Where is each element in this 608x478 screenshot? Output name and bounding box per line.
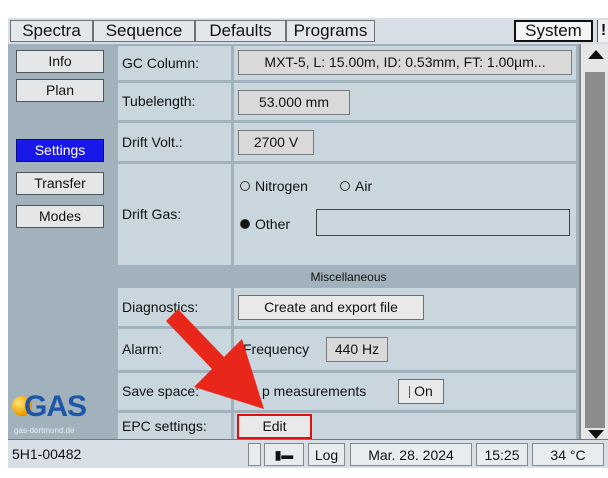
- radio-nitrogen-label: Nitrogen: [255, 178, 308, 194]
- create-export-button[interactable]: Create and export file: [238, 295, 424, 320]
- status-checkbox[interactable]: [248, 443, 261, 466]
- date-display: Mar. 28. 2024: [350, 443, 472, 466]
- drift-gas-label: Drift Gas:: [118, 164, 231, 265]
- radio-air-label: Air: [355, 178, 373, 194]
- sidebar-item-settings[interactable]: Settings: [16, 139, 104, 162]
- save-space-label: Save space:: [118, 373, 231, 410]
- gc-column-label: GC Column:: [118, 46, 231, 80]
- logo-url: gas-dortmund.de: [14, 426, 75, 435]
- sidebar-item-plan[interactable]: Plan: [16, 79, 104, 102]
- signal-icon[interactable]: ▮▬: [264, 443, 304, 466]
- tab-sequence[interactable]: Sequence: [93, 20, 195, 42]
- sidebar: Info Plan Settings Transfer Modes GAS ga…: [8, 44, 118, 439]
- gc-column-field[interactable]: MXT-5, L: 15.00m, ID: 0.53mm, FT: 1.00µm…: [238, 50, 572, 75]
- radio-other[interactable]: Other: [240, 216, 290, 232]
- temperature-display: 34 °C: [532, 443, 604, 466]
- diagnostics-cell: Create and export file: [234, 288, 576, 326]
- time-display: 15:25: [476, 443, 528, 466]
- radio-air[interactable]: Air: [340, 178, 372, 194]
- other-gas-input[interactable]: [316, 209, 570, 236]
- tab-spectra[interactable]: Spectra: [10, 20, 93, 42]
- save-space-toggle-label: On: [414, 383, 433, 399]
- scroll-track[interactable]: [585, 72, 605, 428]
- alarm-cell: Frequency 440 Hz: [234, 329, 576, 370]
- checkbox-icon: [409, 386, 411, 399]
- frequency-field[interactable]: 440 Hz: [326, 337, 388, 362]
- settings-panel: GC Column: MXT-5, L: 15.00m, ID: 0.53mm,…: [118, 44, 579, 439]
- sidebar-item-transfer[interactable]: Transfer: [16, 172, 104, 195]
- log-button[interactable]: Log: [308, 443, 345, 466]
- sidebar-item-info[interactable]: Info: [16, 50, 104, 73]
- drift-volt-cell: 2700 V: [234, 123, 576, 161]
- epc-settings-cell: Edit: [234, 413, 576, 439]
- device-id: 5H1-00482: [12, 446, 82, 462]
- scroll-down-icon[interactable]: [588, 430, 604, 439]
- drift-volt-label: Drift Volt.:: [118, 123, 231, 161]
- radio-unselected-icon: [240, 181, 250, 192]
- radio-other-label: Other: [255, 216, 291, 232]
- tab-defaults[interactable]: Defaults: [195, 20, 286, 42]
- epc-settings-label: EPC settings:: [118, 413, 231, 439]
- company-logo: GAS gas-dortmund.de: [10, 390, 118, 439]
- drift-gas-cell: Nitrogen Air Other: [234, 164, 576, 265]
- diagnostics-label: Diagnostics:: [118, 288, 231, 326]
- frequency-label: Frequency: [243, 341, 310, 357]
- tubelength-label: Tubelength:: [118, 83, 231, 120]
- tubelength-field[interactable]: 53.000 mm: [238, 90, 350, 115]
- scroll-up-icon[interactable]: [588, 50, 604, 59]
- status-bar: 5H1-00482 ▮▬ Log Mar. 28. 2024 15:25 34 …: [8, 439, 608, 468]
- radio-nitrogen[interactable]: Nitrogen: [240, 178, 308, 194]
- radio-unselected-icon: [340, 181, 350, 192]
- save-space-cell: p measurements On: [234, 373, 576, 410]
- tubelength-cell: 53.000 mm: [234, 83, 576, 120]
- sidebar-item-modes[interactable]: Modes: [16, 205, 104, 228]
- logo-text: GAS: [24, 390, 87, 423]
- save-space-text: p measurements: [262, 383, 367, 399]
- alert-indicator[interactable]: !: [597, 20, 608, 42]
- tab-bar: Spectra Sequence Defaults Programs Syste…: [8, 18, 608, 44]
- app-window: Spectra Sequence Defaults Programs Syste…: [8, 18, 608, 468]
- tab-system[interactable]: System: [514, 20, 593, 42]
- save-space-toggle[interactable]: On: [398, 379, 444, 404]
- tab-programs[interactable]: Programs: [286, 20, 375, 42]
- miscellaneous-header: Miscellaneous: [118, 268, 579, 286]
- drift-volt-field[interactable]: 2700 V: [238, 130, 314, 155]
- radio-selected-icon: [240, 219, 250, 230]
- alarm-label: Alarm:: [118, 329, 231, 370]
- epc-edit-button[interactable]: Edit: [237, 414, 312, 439]
- gc-column-cell: MXT-5, L: 15.00m, ID: 0.53mm, FT: 1.00µm…: [234, 46, 576, 80]
- scrollbar[interactable]: [581, 44, 608, 439]
